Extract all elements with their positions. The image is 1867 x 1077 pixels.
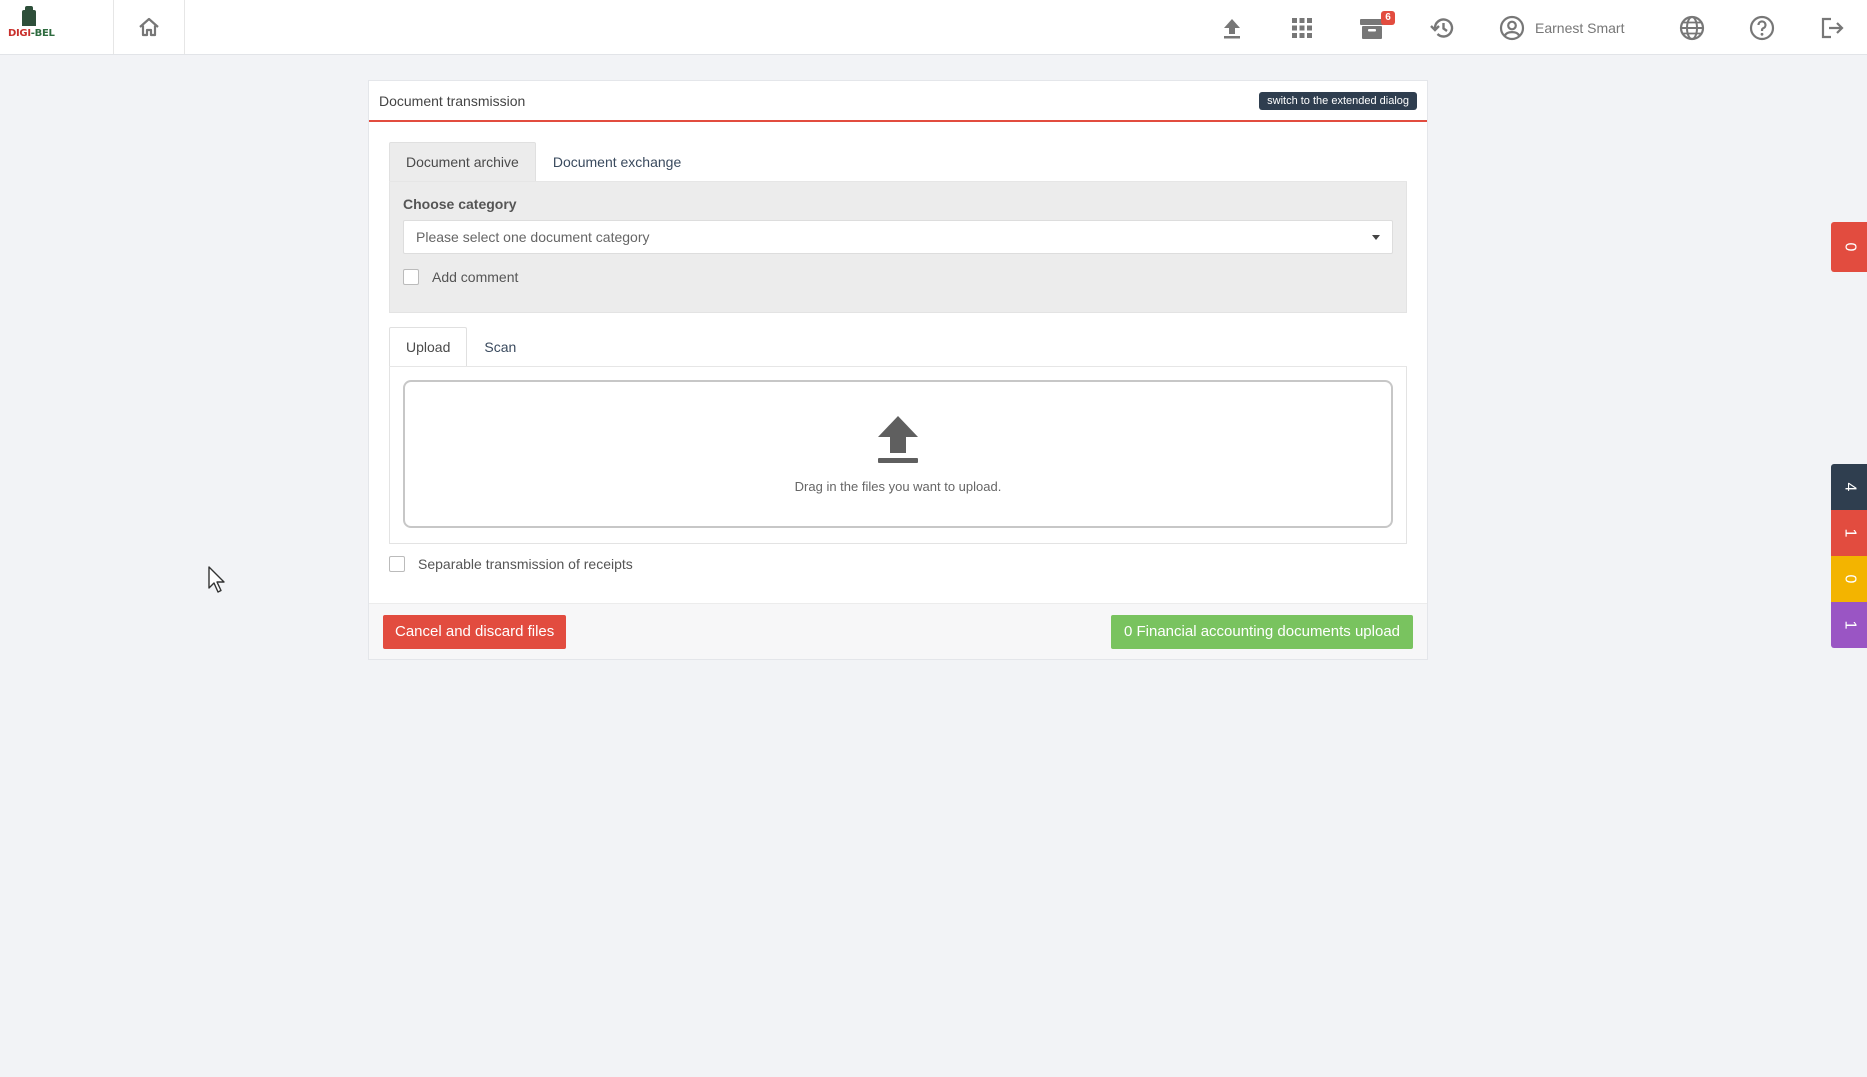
- side-widget-glyph: 4: [1841, 482, 1858, 492]
- globe-icon: [1679, 15, 1705, 40]
- apps-grid-icon: [1292, 17, 1312, 38]
- side-widget-item[interactable]: 4: [1831, 464, 1867, 510]
- upload-documents-button[interactable]: 0 Financial accounting documents upload: [1110, 614, 1413, 649]
- side-widget-glyph: 1: [1841, 528, 1858, 538]
- side-widget-glyph: 0: [1841, 574, 1858, 584]
- panel-title: Document transmission: [379, 92, 526, 109]
- user-icon: [1499, 15, 1525, 40]
- chevron-down-icon: [1372, 234, 1380, 240]
- upload-tabs: Upload Scan: [389, 327, 1407, 367]
- logo-text: DIGI-BEL: [8, 27, 55, 39]
- panel-footer: Cancel and discard files 0 Financial acc…: [369, 603, 1427, 659]
- archive-badge: 6: [1381, 11, 1395, 25]
- top-navbar: DIGI-BEL 6 Earnest Smart: [0, 0, 1867, 55]
- history-button[interactable]: [1407, 0, 1477, 55]
- tab-scan[interactable]: Scan: [467, 327, 533, 366]
- upload-icon: [1224, 18, 1240, 38]
- panel-header: Document transmission switch to the exte…: [369, 81, 1427, 122]
- history-icon: [1430, 17, 1454, 38]
- category-select-placeholder: Please select one document category: [416, 229, 650, 245]
- apps-grid-button[interactable]: [1267, 0, 1337, 55]
- side-widget-item[interactable]: 1: [1831, 602, 1867, 648]
- separable-transmission-label: Separable transmission of receipts: [418, 556, 633, 572]
- side-widget-item[interactable]: 1: [1831, 510, 1867, 556]
- home-icon: [139, 17, 159, 37]
- tab-upload[interactable]: Upload: [389, 327, 468, 366]
- user-name: Earnest Smart: [1535, 19, 1625, 36]
- category-select[interactable]: Please select one document category: [403, 220, 1393, 254]
- side-widget-top[interactable]: 0: [1831, 222, 1867, 272]
- separable-transmission-checkbox[interactable]: [389, 556, 405, 572]
- help-icon: [1749, 15, 1775, 40]
- upload-icon: [878, 415, 918, 463]
- help-button[interactable]: [1727, 0, 1797, 55]
- logo-mark-icon: [22, 5, 36, 26]
- file-dropzone[interactable]: Drag in the files you want to upload.: [403, 380, 1393, 528]
- category-section: Choose category Please select one docume…: [389, 182, 1407, 313]
- main-tabs: Document archive Document exchange: [389, 142, 1407, 182]
- tab-document-exchange[interactable]: Document exchange: [536, 142, 698, 181]
- upload-nav-button[interactable]: [1197, 0, 1267, 55]
- category-label: Choose category: [403, 196, 517, 212]
- document-transmission-panel: Document transmission switch to the exte…: [368, 80, 1428, 660]
- side-widget-glyph: 0: [1841, 242, 1858, 252]
- side-widget-stack: 4 1 0 1: [1831, 464, 1867, 648]
- side-widget-glyph: 1: [1841, 620, 1858, 630]
- add-comment-label: Add comment: [432, 269, 519, 285]
- mouse-cursor-icon: [208, 566, 225, 593]
- tab-document-archive[interactable]: Document archive: [389, 142, 536, 181]
- add-comment-checkbox[interactable]: [403, 269, 419, 285]
- upload-section: Drag in the files you want to upload.: [389, 367, 1407, 544]
- logo-subtitle: [8, 40, 113, 45]
- logo[interactable]: DIGI-BEL: [0, 0, 114, 54]
- home-button[interactable]: [114, 0, 185, 54]
- logout-button[interactable]: [1797, 0, 1867, 55]
- side-widget-item[interactable]: 0: [1831, 556, 1867, 602]
- extended-dialog-button[interactable]: switch to the extended dialog: [1259, 91, 1417, 110]
- archive-button[interactable]: 6: [1337, 0, 1407, 55]
- dropzone-text: Drag in the files you want to upload.: [794, 478, 1002, 494]
- language-button[interactable]: [1657, 0, 1727, 55]
- user-menu[interactable]: Earnest Smart: [1477, 0, 1657, 55]
- cancel-discard-button[interactable]: Cancel and discard files: [383, 614, 567, 649]
- logout-icon: [1821, 17, 1844, 38]
